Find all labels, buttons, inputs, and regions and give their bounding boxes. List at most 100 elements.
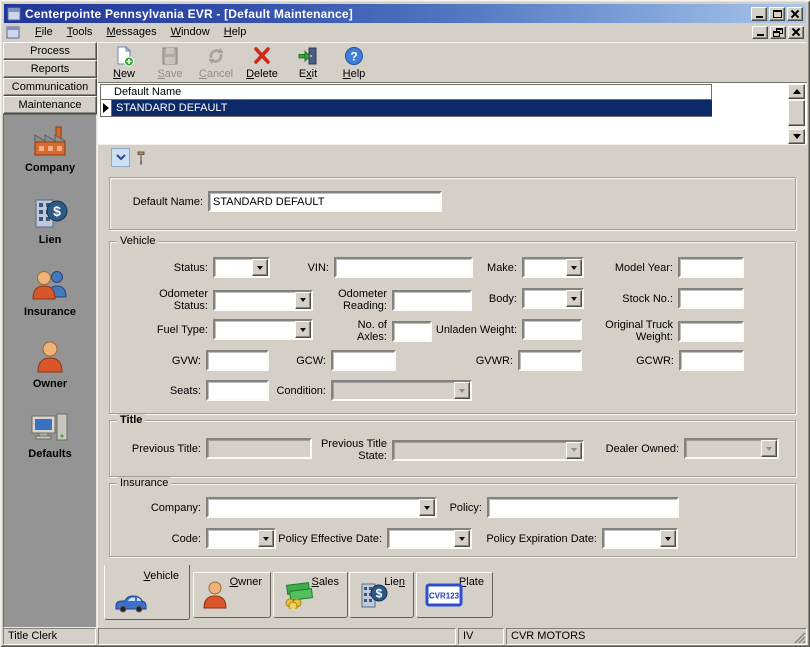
- dropdown-arrow-icon[interactable]: [566, 290, 582, 307]
- policy-input[interactable]: [487, 497, 679, 518]
- shortcut-insurance[interactable]: Insurance: [4, 267, 96, 318]
- menu-help[interactable]: Help: [217, 24, 254, 40]
- records-grid: Default Name STANDARD DEFAULT: [98, 83, 807, 144]
- money-icon: [282, 581, 314, 609]
- dropdown-arrow-icon[interactable]: [252, 259, 268, 276]
- sidebar-item-reports[interactable]: Reports: [3, 60, 97, 78]
- mdi-restore-button[interactable]: [770, 26, 786, 39]
- resize-grip[interactable]: [793, 631, 806, 644]
- sidebar-item-maintenance[interactable]: Maintenance: [3, 96, 97, 114]
- dropdown-arrow-icon[interactable]: [566, 259, 582, 276]
- tab-lien[interactable]: Lien $: [349, 572, 414, 618]
- dropdown-arrow-icon[interactable]: [419, 499, 435, 516]
- seats-label: Seats:: [159, 385, 201, 397]
- maximize-button[interactable]: [769, 7, 785, 21]
- row-selector-cell: [100, 100, 112, 117]
- field-policy-expiration-date: Policy Expiration Date:: [477, 528, 678, 549]
- shortcut-lien[interactable]: $ Lien: [4, 195, 96, 246]
- car-icon: [113, 593, 149, 613]
- shortcut-company[interactable]: Company: [4, 125, 96, 174]
- dropdown-arrow-icon[interactable]: [295, 292, 311, 309]
- svg-text:?: ?: [350, 50, 357, 64]
- delete-button[interactable]: Delete: [239, 44, 285, 82]
- insurance-company-combobox[interactable]: [206, 497, 437, 518]
- scrollbar-thumb[interactable]: [788, 100, 805, 126]
- grid-vertical-scrollbar[interactable]: [788, 84, 805, 144]
- make-combobox[interactable]: [522, 257, 584, 278]
- sidebar: Process Reports Communication Maintenanc…: [3, 42, 97, 628]
- shortcut-owner[interactable]: Owner: [4, 339, 96, 390]
- menu-tools[interactable]: Tools: [60, 24, 100, 40]
- save-button[interactable]: Save: [147, 44, 193, 82]
- original-truck-weight-input[interactable]: [678, 321, 744, 342]
- seats-input[interactable]: [206, 380, 269, 401]
- close-icon: [792, 28, 800, 36]
- menu-file[interactable]: File: [28, 24, 60, 40]
- vin-label: VIN:: [289, 262, 329, 274]
- help-button[interactable]: ? Help: [331, 44, 377, 82]
- body-combobox[interactable]: [522, 288, 584, 309]
- close-button[interactable]: [787, 7, 803, 21]
- axles-label: No. of Axles:: [337, 319, 387, 343]
- field-gvwr: GVWR:: [468, 350, 582, 371]
- table-row[interactable]: STANDARD DEFAULT: [100, 100, 712, 117]
- scroll-up-button[interactable]: [788, 84, 805, 99]
- tab-label: Owner: [230, 576, 262, 588]
- svg-text:$: $: [53, 203, 61, 219]
- sidebar-item-communication[interactable]: Communication: [3, 78, 97, 96]
- toolbar: New Save: [98, 42, 807, 83]
- policy-effective-date-combobox[interactable]: [387, 528, 472, 549]
- menu-window[interactable]: Window: [164, 24, 217, 40]
- gvwr-input[interactable]: [518, 350, 582, 371]
- insurance-code-combobox[interactable]: [206, 528, 276, 549]
- menu-messages[interactable]: Messages: [99, 24, 163, 40]
- field-insurance-code: Code:: [163, 528, 276, 549]
- exit-button[interactable]: Exit: [285, 44, 331, 82]
- policy-expiration-date-combobox[interactable]: [602, 528, 678, 549]
- person-icon: [202, 580, 228, 610]
- sidebar-item-process[interactable]: Process: [3, 42, 97, 60]
- status-message: [98, 628, 456, 645]
- tab-plate[interactable]: Plate CVR123: [416, 572, 493, 618]
- mdi-close-button[interactable]: [788, 26, 804, 39]
- column-header-default-name[interactable]: Default Name: [100, 84, 712, 100]
- tab-vehicle[interactable]: Vehicle: [104, 565, 190, 620]
- model-year-input[interactable]: [678, 257, 744, 278]
- vin-input[interactable]: [334, 257, 473, 278]
- cancel-button[interactable]: Cancel: [193, 44, 239, 82]
- odometer-status-combobox[interactable]: [213, 290, 313, 311]
- close-icon: [791, 10, 799, 18]
- dropdown-arrow-icon[interactable]: [454, 530, 470, 547]
- status-combobox[interactable]: [213, 257, 270, 278]
- pin-icon[interactable]: [136, 151, 146, 165]
- tab-owner[interactable]: Owner: [193, 572, 271, 618]
- gvw-input[interactable]: [206, 350, 269, 371]
- field-make: Make:: [472, 257, 584, 278]
- gcwr-input[interactable]: [679, 350, 744, 371]
- stock-no-input[interactable]: [678, 288, 744, 309]
- mdi-minimize-button[interactable]: [752, 26, 768, 39]
- dropdown-arrow-icon[interactable]: [660, 530, 676, 547]
- dropdown-arrow-icon: [761, 440, 777, 457]
- field-policy-effective-date: Policy Effective Date:: [267, 528, 472, 549]
- row-marker-icon: [103, 103, 109, 113]
- tab-sales[interactable]: Sales: [273, 572, 348, 618]
- shortcut-defaults[interactable]: Defaults: [4, 411, 96, 460]
- unladen-weight-input[interactable]: [522, 319, 582, 340]
- app-icon: [7, 7, 21, 21]
- scroll-down-button[interactable]: [788, 129, 805, 144]
- row-default-name-cell[interactable]: STANDARD DEFAULT: [112, 100, 712, 117]
- dealer-owned-combobox: [684, 438, 779, 459]
- insurance-group: Insurance Company: Policy: Code: Pol: [109, 483, 796, 557]
- minimize-button[interactable]: [751, 7, 767, 21]
- gcw-input[interactable]: [331, 350, 396, 371]
- collapse-panel-button[interactable]: [111, 148, 130, 167]
- status-role: Title Clerk: [3, 628, 96, 645]
- fuel-type-combobox[interactable]: [213, 319, 313, 340]
- default-name-input[interactable]: [208, 191, 442, 212]
- dropdown-arrow-icon[interactable]: [295, 321, 311, 338]
- new-button[interactable]: New: [101, 44, 147, 82]
- group-caption: Insurance: [117, 477, 171, 490]
- odometer-reading-input[interactable]: [392, 290, 472, 311]
- stock-no-label: Stock No.:: [608, 293, 673, 305]
